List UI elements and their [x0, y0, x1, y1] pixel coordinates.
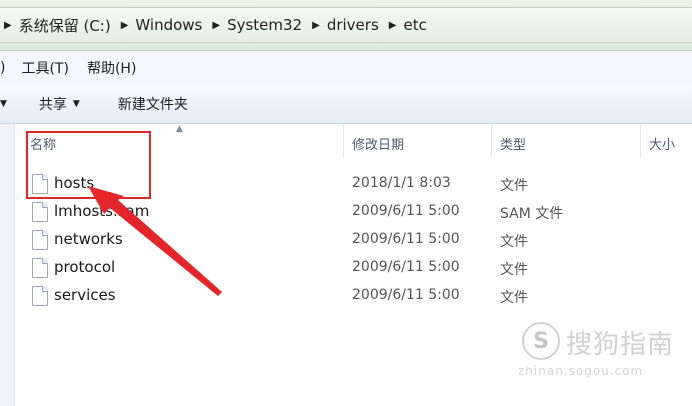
menu-item-tools[interactable]: 工具(T) [21, 58, 68, 78]
breadcrumb-label: Windows [135, 16, 203, 34]
column-divider[interactable] [491, 124, 492, 158]
watermark-url: zhinan.sogou.com [518, 364, 644, 378]
breadcrumb-label: 系统保留 (C:) [18, 16, 111, 35]
menu-item-help[interactable]: 帮助(H) [87, 58, 136, 78]
chevron-right-icon: ▶ [120, 19, 129, 31]
file-type: 文件 [500, 234, 528, 250]
breadcrumb-label: etc [403, 16, 427, 34]
file-name: protocol [54, 258, 116, 276]
new-folder-label: 新建文件夹 [117, 96, 188, 113]
column-divider[interactable] [343, 124, 344, 158]
file-type: 文件 [500, 290, 528, 306]
file-modified: 2009/6/11 5:00 [352, 259, 460, 275]
share-label: 共享 [38, 96, 67, 113]
file-icon [32, 230, 48, 250]
breadcrumb-item-drivers[interactable]: ▶ drivers [302, 8, 379, 42]
breadcrumb[interactable]: ▶ 系统保留 (C:) ▶ Windows ▶ System32 ▶ drive… [0, 7, 692, 43]
breadcrumb-item-drive[interactable]: ▶ 系统保留 (C:) [2, 8, 111, 42]
logo-glyph: S [533, 328, 549, 354]
file-name: services [54, 286, 116, 304]
file-type: 文件 [500, 262, 528, 278]
watermark: S 搜狗指南 zhinan.sogou.com [518, 318, 686, 380]
chevron-right-icon: ▶ [212, 19, 221, 31]
file-row-services[interactable]: services 2009/6/11 5:00 文件 [28, 284, 692, 310]
breadcrumb-item-system32[interactable]: ▶ System32 [202, 8, 302, 42]
column-header-size[interactable]: 大小 [649, 130, 675, 156]
file-row-lmhosts[interactable]: lmhosts.sam 2009/6/11 5:00 SAM 文件 [28, 200, 692, 226]
file-modified: 2009/6/11 5:00 [352, 231, 460, 247]
caret-down-icon[interactable]: ▼ [0, 99, 7, 109]
breadcrumb-label: drivers [326, 16, 379, 34]
file-modified: 2018/1/1 8:03 [352, 175, 451, 191]
chevron-right-icon: ▶ [388, 19, 397, 31]
breadcrumb-item-etc[interactable]: ▶ etc [379, 8, 427, 42]
file-row-protocol[interactable]: protocol 2009/6/11 5:00 文件 [28, 256, 692, 282]
column-header-type[interactable]: 类型 [500, 130, 526, 156]
file-icon [32, 286, 48, 306]
file-type: 文件 [500, 178, 528, 194]
menu-item-cut-off[interactable]: ) [0, 60, 5, 76]
new-folder-button[interactable]: 新建文件夹 [118, 94, 188, 114]
file-modified: 2009/6/11 5:00 [352, 287, 460, 303]
sort-ascending-icon: ▲ [176, 124, 183, 134]
column-divider[interactable] [640, 124, 641, 158]
file-name: lmhosts.sam [54, 202, 150, 220]
column-header-modified[interactable]: 修改日期 [352, 130, 404, 156]
file-row-networks[interactable]: networks 2009/6/11 5:00 文件 [28, 228, 692, 254]
file-modified: 2009/6/11 5:00 [352, 203, 460, 219]
chevron-right-icon: ▶ [312, 19, 320, 31]
caret-down-icon: ▼ [72, 98, 80, 109]
share-button[interactable]: 共享 ▼ [39, 94, 80, 114]
file-type: SAM 文件 [500, 206, 564, 222]
command-bar: ▼ 共享 ▼ 新建文件夹 [0, 84, 692, 124]
file-icon [32, 258, 48, 278]
navigation-pane-edge [0, 124, 15, 406]
breadcrumb-item-windows[interactable]: ▶ Windows [111, 8, 203, 42]
watermark-text: 搜狗指南 [566, 330, 675, 360]
address-bar: ▶ 系统保留 (C:) ▶ Windows ▶ System32 ▶ drive… [0, 0, 692, 51]
menu-bar: ) 工具(T) 帮助(H) [0, 51, 692, 84]
breadcrumb-label: System32 [227, 16, 303, 34]
sogou-logo-icon: S [522, 322, 560, 360]
file-name: networks [54, 230, 123, 248]
annotation-highlight-box [26, 131, 151, 199]
file-icon [32, 202, 48, 222]
chevron-right-icon: ▶ [4, 19, 12, 31]
